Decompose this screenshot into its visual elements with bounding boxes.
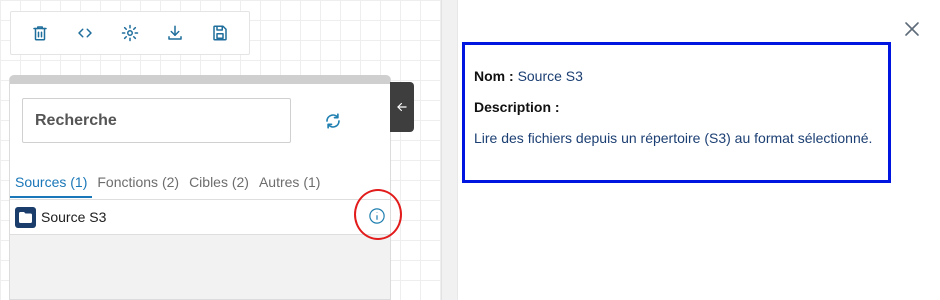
code-icon bbox=[78, 28, 92, 38]
tab-cibles[interactable]: Cibles (2) bbox=[184, 172, 254, 198]
description-value: Lire des fichiers depuis un répertoire (… bbox=[474, 130, 873, 146]
name-label: Nom : bbox=[474, 68, 514, 84]
tab-autres[interactable]: Autres (1) bbox=[254, 172, 325, 198]
tab-sources[interactable]: Sources (1) bbox=[10, 172, 93, 198]
details-description-row: Lire des fichiers depuis un répertoire (… bbox=[474, 128, 878, 148]
trash-icon bbox=[32, 26, 47, 41]
details-panel: Nom : Source S3 Description : Lire des f… bbox=[462, 42, 891, 183]
download-icon bbox=[168, 25, 182, 40]
tab-fonctions[interactable]: Fonctions (2) bbox=[92, 172, 184, 198]
close-icon[interactable] bbox=[904, 21, 920, 37]
code-button[interactable] bbox=[71, 19, 99, 47]
folder-icon bbox=[15, 206, 36, 228]
search-input[interactable]: Recherche bbox=[22, 98, 291, 143]
toolbar bbox=[10, 11, 250, 55]
download-button[interactable] bbox=[161, 19, 189, 47]
palette-tabs: Sources (1) Fonctions (2) Cibles (2) Aut… bbox=[10, 172, 390, 200]
details-name-row: Nom : Source S3 bbox=[474, 66, 878, 86]
details-description-label-row: Description : bbox=[474, 97, 878, 117]
node-palette: Recherche Sources (1) Fonctions (2) Cibl… bbox=[9, 75, 402, 300]
search-placeholder: Recherche bbox=[35, 111, 117, 129]
settings-button[interactable] bbox=[116, 19, 144, 47]
list-item[interactable]: Source S3 bbox=[10, 189, 402, 240]
list-item-label: Source S3 bbox=[41, 209, 107, 225]
name-value: Source S3 bbox=[517, 68, 583, 84]
info-icon[interactable] bbox=[368, 207, 386, 225]
refresh-icon[interactable] bbox=[324, 112, 342, 130]
delete-button[interactable] bbox=[26, 19, 54, 47]
description-label: Description : bbox=[474, 99, 560, 115]
save-button[interactable] bbox=[206, 19, 234, 47]
canvas-scrollbar[interactable] bbox=[441, 0, 458, 300]
arrow-left-icon bbox=[397, 102, 407, 112]
save-icon bbox=[213, 25, 228, 41]
gear-icon bbox=[121, 24, 139, 42]
collapse-panel-button[interactable] bbox=[390, 82, 414, 132]
